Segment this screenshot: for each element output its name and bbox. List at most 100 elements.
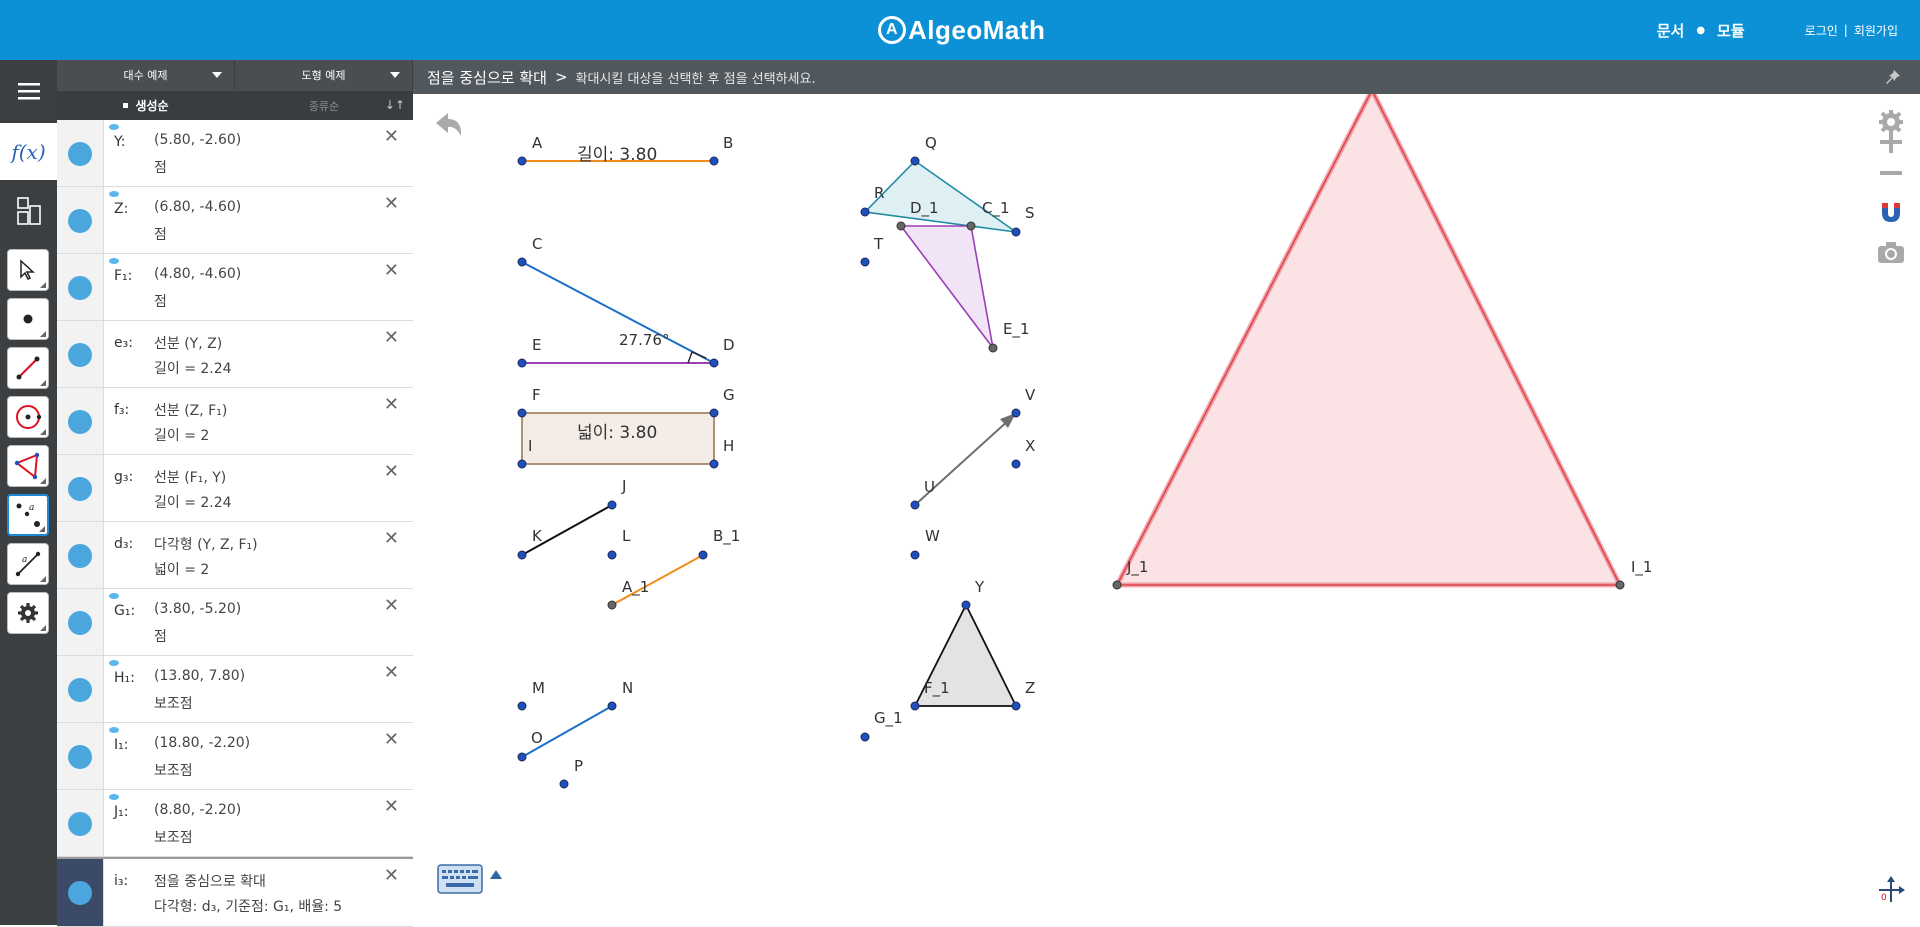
- visibility-toggle[interactable]: [68, 477, 92, 501]
- visibility-toggle[interactable]: [68, 544, 92, 568]
- point-z[interactable]: [1011, 701, 1021, 711]
- close-icon[interactable]: ✕: [384, 595, 399, 616]
- point-h[interactable]: [709, 459, 719, 469]
- visibility-toggle[interactable]: [68, 276, 92, 300]
- point-f1[interactable]: [910, 701, 920, 711]
- point-x[interactable]: [1011, 459, 1021, 469]
- algebra-row[interactable]: I₁: (18.80, -2.20) 보조점 ✕: [57, 723, 413, 790]
- triangle-qrs[interactable]: [863, 159, 1017, 233]
- panel-toggle-button[interactable]: [0, 182, 57, 240]
- algebra-row[interactable]: Z: (6.80, -4.60) 점 ✕: [57, 187, 413, 254]
- tool-move[interactable]: [7, 249, 49, 291]
- camera-icon[interactable]: [1875, 236, 1907, 268]
- close-icon[interactable]: ✕: [384, 327, 399, 348]
- close-icon[interactable]: ✕: [384, 528, 399, 549]
- point-c1[interactable]: [966, 221, 976, 231]
- object-value[interactable]: 선분 (Z, F₁): [154, 400, 227, 420]
- nav-docs[interactable]: 문서: [1657, 20, 1685, 41]
- object-value[interactable]: (18.80, -2.20): [154, 735, 250, 751]
- close-icon[interactable]: ✕: [384, 260, 399, 281]
- object-value[interactable]: 선분 (F₁, Y): [154, 467, 226, 487]
- nav-modules[interactable]: 모듈: [1717, 20, 1745, 41]
- algebra-row[interactable]: G₁: (3.80, -5.20) 점 ✕: [57, 589, 413, 656]
- axes-icon[interactable]: 0: [1875, 874, 1907, 906]
- geometry-drawing[interactable]: 길이: 3.80 A B 27.76° C D E 넓이: 3.80 F G H…: [413, 94, 1920, 925]
- point-a[interactable]: [517, 156, 527, 166]
- point-b1[interactable]: [698, 550, 708, 560]
- point-q[interactable]: [910, 156, 920, 166]
- undo-icon[interactable]: [436, 113, 462, 136]
- algebra-row[interactable]: H₁: (13.80, 7.80) 보조점 ✕: [57, 656, 413, 723]
- object-value[interactable]: 점을 중심으로 확대: [154, 871, 266, 891]
- algebra-row[interactable]: g₃: 선분 (F₁, Y) 길이 = 2.24 ✕: [57, 455, 413, 522]
- point-i1[interactable]: [1615, 580, 1625, 590]
- object-value[interactable]: 다각형 (Y, Z, F₁): [154, 534, 258, 554]
- point-i[interactable]: [517, 459, 527, 469]
- triangle-d1c1e1[interactable]: [899, 225, 994, 349]
- point-e1[interactable]: [988, 343, 998, 353]
- tool-settings[interactable]: [7, 592, 49, 634]
- algebra-row[interactable]: e₃: 선분 (Y, Z) 길이 = 2.24 ✕: [57, 321, 413, 388]
- object-value[interactable]: (5.80, -2.60): [154, 132, 241, 148]
- algebra-row[interactable]: Y: (5.80, -2.60) 점 ✕: [57, 120, 413, 187]
- close-icon[interactable]: ✕: [384, 126, 399, 147]
- point-o[interactable]: [517, 752, 527, 762]
- point-g[interactable]: [709, 408, 719, 418]
- geometry-canvas[interactable]: 길이: 3.80 A B 27.76° C D E 넓이: 3.80 F G H…: [413, 94, 1920, 925]
- point-k[interactable]: [517, 550, 527, 560]
- point-b[interactable]: [709, 156, 719, 166]
- plus-icon[interactable]: [1875, 126, 1907, 158]
- point-p[interactable]: [559, 779, 569, 789]
- function-button[interactable]: f(x): [0, 123, 57, 180]
- point-t[interactable]: [860, 257, 870, 267]
- object-value[interactable]: (6.80, -4.60): [154, 199, 241, 215]
- point-u[interactable]: [910, 500, 920, 510]
- point-d1[interactable]: [896, 221, 906, 231]
- tool-circle[interactable]: [7, 396, 49, 438]
- sort-order-icon[interactable]: ↓↑: [385, 98, 405, 112]
- menu-button[interactable]: [0, 60, 57, 122]
- point-e[interactable]: [517, 358, 527, 368]
- point-c[interactable]: [517, 257, 527, 267]
- tool-measure[interactable]: a: [7, 543, 49, 585]
- tool-segment[interactable]: [7, 347, 49, 389]
- segment-cd[interactable]: [521, 261, 715, 364]
- visibility-toggle[interactable]: [68, 881, 92, 905]
- point-a1[interactable]: [607, 600, 617, 610]
- keyboard-button[interactable]: [437, 864, 483, 898]
- tool-polygon[interactable]: [7, 445, 49, 487]
- point-y[interactable]: [961, 600, 971, 610]
- object-value[interactable]: (8.80, -2.20): [154, 802, 241, 818]
- point-g1[interactable]: [860, 732, 870, 742]
- close-icon[interactable]: ✕: [384, 193, 399, 214]
- chevron-up-icon[interactable]: [490, 870, 502, 879]
- algebra-row[interactable]: f₃: 선분 (Z, F₁) 길이 = 2 ✕: [57, 388, 413, 455]
- visibility-toggle[interactable]: [68, 745, 92, 769]
- close-icon[interactable]: ✕: [384, 662, 399, 683]
- close-icon[interactable]: ✕: [384, 796, 399, 817]
- point-f[interactable]: [517, 408, 527, 418]
- algebra-row[interactable]: J₁: (8.80, -2.20) 보조점 ✕: [57, 790, 413, 857]
- point-n[interactable]: [607, 701, 617, 711]
- object-value[interactable]: (3.80, -5.20): [154, 601, 241, 617]
- point-m[interactable]: [517, 701, 527, 711]
- close-icon[interactable]: ✕: [384, 461, 399, 482]
- object-value[interactable]: (4.80, -4.60): [154, 266, 241, 282]
- point-w[interactable]: [910, 550, 920, 560]
- close-icon[interactable]: ✕: [384, 865, 399, 886]
- point-j[interactable]: [607, 500, 617, 510]
- visibility-toggle[interactable]: [68, 611, 92, 635]
- algebra-examples-dropdown[interactable]: 대수 예제: [57, 60, 235, 90]
- visibility-toggle[interactable]: [68, 343, 92, 367]
- magnet-icon[interactable]: [1875, 196, 1907, 228]
- nav-signup[interactable]: 회원가입: [1854, 22, 1898, 39]
- tool-point[interactable]: [7, 298, 49, 340]
- point-d[interactable]: [709, 358, 719, 368]
- close-icon[interactable]: ✕: [384, 729, 399, 750]
- visibility-toggle[interactable]: [68, 678, 92, 702]
- visibility-toggle[interactable]: [68, 812, 92, 836]
- app-logo[interactable]: A AlgeoMath: [878, 10, 1045, 50]
- object-value[interactable]: 선분 (Y, Z): [154, 333, 222, 353]
- sort-by-created[interactable]: 생성순: [57, 91, 235, 120]
- point-r[interactable]: [860, 207, 870, 217]
